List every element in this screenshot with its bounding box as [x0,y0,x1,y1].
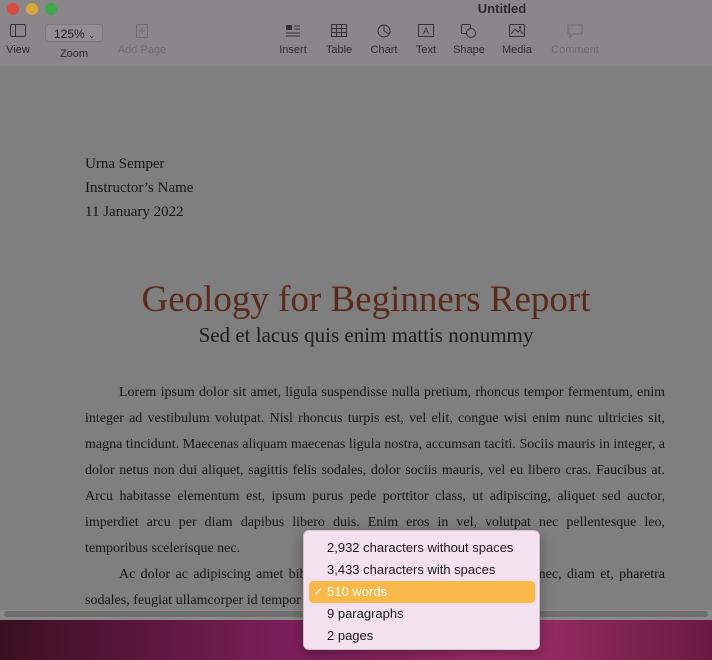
menu-item-paragraphs[interactable]: 9 paragraphs [309,603,535,625]
instructor-name: Instructor’s Name [85,180,194,196]
add-page-button[interactable]: Add Page [112,24,172,56]
table-button[interactable]: Table [321,24,357,56]
author-name: Urna Semper [85,156,165,172]
comment-icon [548,24,602,39]
insert-label: Insert [279,44,307,56]
menu-item-characters-no-spaces[interactable]: 2,932 characters without spaces [309,537,535,559]
word-count-menu: 2,932 characters without spaces 3,433 ch… [303,530,540,650]
menu-item-words[interactable]: ✓ 510 words [309,581,535,603]
text-box-icon: A [410,24,442,38]
chevron-down-icon: ⌄ [88,30,96,40]
menu-item-label: 2,932 characters without spaces [327,540,514,555]
menu-item-characters-with-spaces[interactable]: 3,433 characters with spaces [309,559,535,581]
chart-icon [366,24,402,38]
table-label: Table [325,44,353,56]
chart-label: Chart [370,44,398,56]
svg-text:A: A [423,26,429,36]
shape-label: Shape [453,44,485,56]
insert-button[interactable]: Insert [274,24,312,56]
shape-icon [450,24,488,38]
document-date: 11 January 2022 [85,204,184,220]
zoom-value: 125% [54,27,85,41]
chart-button[interactable]: Chart [366,24,402,56]
toolbar: Untitled View 125% ⌄ Zoom Add Page Inser… [0,0,712,66]
media-label: Media [502,44,532,56]
menu-item-pages[interactable]: 2 pages [309,625,535,647]
zoom-label: Zoom [59,48,89,60]
zoom-dropdown[interactable]: 125% ⌄ [45,24,103,42]
text-button[interactable]: A Text [410,24,442,56]
media-button[interactable]: Media [498,24,536,56]
sidebar-icon [3,24,33,38]
comment-label: Comment [551,44,599,56]
zoom-control[interactable]: 125% ⌄ Zoom [42,24,106,60]
document-subtitle: Sed et lacus quis enim mattis nonummy [198,323,534,347]
insert-icon [274,24,312,38]
shape-button[interactable]: Shape [450,24,488,56]
menu-item-label: 2 pages [327,628,374,643]
menu-item-label: 510 words [327,584,387,599]
media-icon [498,24,536,38]
menu-item-label: 3,433 characters with spaces [327,562,496,577]
text-label: Text [415,44,437,56]
checkmark-icon: ✓ [313,585,324,599]
add-page-label: Add Page [117,44,167,56]
document-canvas[interactable]: Urna Semper Instructor’s Name 11 January… [0,66,712,610]
pages-window: Untitled View 125% ⌄ Zoom Add Page Inser… [0,0,712,620]
document-title: Geology for Beginners Report [141,279,591,320]
table-icon [321,24,357,38]
menu-item-label: 9 paragraphs [327,606,404,621]
comment-button[interactable]: Comment [548,24,602,56]
window-title: Untitled [477,1,527,16]
view-label: View [6,44,30,56]
add-page-icon [112,24,172,38]
view-button[interactable]: View [3,24,33,56]
